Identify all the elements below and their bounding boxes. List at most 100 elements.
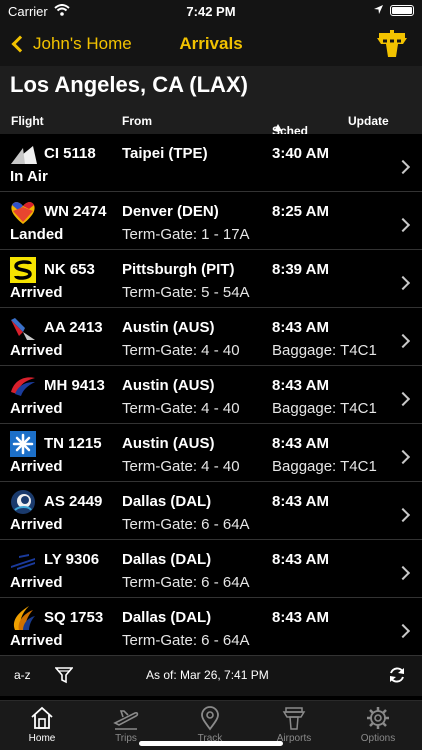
control-tower-icon[interactable] [376,30,408,58]
last-updated-label: As of: Mar 26, 7:41 PM [146,668,269,682]
flight-update: Baggage: T4C1 [272,342,377,359]
flight-origin: Taipei (TPE) [122,145,208,162]
flight-row[interactable]: MH 9413 Arrived Austin (AUS) Term-Gate: … [0,366,422,424]
chevron-right-icon [395,391,411,407]
american-logo [11,318,35,340]
flight-row[interactable]: LY 9306 Arrived Dallas (DAL) Term-Gate: … [0,540,422,598]
flight-status: Arrived [10,516,63,533]
flight-number: NK 653 [44,261,95,278]
flight-origin: Austin (AUS) [122,377,215,394]
flight-gate: Term-Gate: 6 - 64A [122,632,250,649]
flight-status: Arrived [10,632,63,649]
flight-sched-time: 8:43 AM [272,377,329,394]
flight-list: CI 5118 In Air Taipei (TPE) 3:40 AM WN 2… [0,134,422,656]
flight-row[interactable]: AA 2413 Arrived Austin (AUS) Term-Gate: … [0,308,422,366]
filter-icon[interactable] [55,666,73,684]
tab-options-label: Options [360,733,396,744]
air-tahiti-logo [10,431,36,457]
flight-update: Baggage: T4C1 [272,458,377,475]
singapore-logo [13,606,35,630]
gear-icon [367,707,389,729]
flight-number: AA 2413 [44,319,103,336]
malaysia-logo [11,377,35,396]
flight-update: Baggage: T4C1 [272,400,377,417]
flight-gate: Term-Gate: 4 - 40 [122,342,240,359]
alaska-logo [11,490,35,514]
flight-status: Landed [10,226,64,243]
flight-sched-time: 8:25 AM [272,203,329,220]
flight-number: WN 2474 [44,203,107,220]
tab-home[interactable]: Home [0,705,84,744]
southwest-logo [11,202,35,224]
flight-sched-time: 8:43 AM [272,609,329,626]
chevron-right-icon [395,449,411,465]
tab-track[interactable]: Track [168,705,252,744]
tab-options[interactable]: Options [336,705,420,744]
chevron-right-icon [395,159,411,175]
flight-gate: Term-Gate: 6 - 64A [122,516,250,533]
column-header-from[interactable]: From [122,114,152,128]
tab-trips[interactable]: Trips [84,705,168,744]
sort-az-button[interactable]: a-z [14,668,31,682]
tab-bar: Home Trips Track Airports Options [0,700,422,750]
flight-gate: Term-Gate: 5 - 54A [122,284,250,301]
flight-number: SQ 1753 [44,609,104,626]
chevron-right-icon [395,333,411,349]
flight-sched-time: 8:43 AM [272,435,329,452]
flight-origin: Dallas (DAL) [122,493,212,510]
flight-status: Arrived [10,458,63,475]
tab-airports[interactable]: Airports [252,705,336,744]
flight-gate: Term-Gate: 1 - 17A [122,226,250,243]
column-header-update[interactable]: Update [348,114,389,128]
flight-number: LY 9306 [44,551,100,568]
flight-number: CI 5118 [44,145,96,162]
page-title: Arrivals [179,34,243,53]
spirit-logo [10,257,36,283]
flight-row[interactable]: TN 1215 Arrived Austin (AUS) Term-Gate: … [0,424,422,482]
flight-row[interactable]: AS 2449 Arrived Dallas (DAL) Term-Gate: … [0,482,422,540]
flight-row[interactable]: NK 653 Arrived Pittsburgh (PIT) Term-Gat… [0,250,422,308]
flight-row[interactable]: SQ 1753 Arrived Dallas (DAL) Term-Gate: … [0,598,422,656]
home-icon [31,706,53,729]
flight-sched-time: 8:43 AM [272,319,329,336]
flight-status: In Air [10,168,48,185]
battery-icon [390,5,414,16]
flight-origin: Denver (DEN) [122,203,219,220]
flight-row[interactable]: WN 2474 Landed Denver (DEN) Term-Gate: 1… [0,192,422,250]
flight-origin: Pittsburgh (PIT) [122,261,235,278]
flight-number: TN 1215 [44,435,102,452]
flight-gate: Term-Gate: 6 - 64A [122,574,250,591]
column-header-flight[interactable]: Flight [11,114,44,128]
chevron-right-icon [395,565,411,581]
status-time: 7:42 PM [186,4,236,19]
flight-status: Arrived [10,574,63,591]
column-headers: Flight From Sched Update [0,104,422,138]
location-arrow-icon [374,5,383,14]
airport-header: Los Angeles, CA (LAX) [0,66,422,104]
flight-sched-time: 8:43 AM [272,551,329,568]
plane-icon [113,710,139,730]
tab-trips-label: Trips [115,733,137,744]
nav-bar: John's Home Arrivals [0,22,422,66]
flight-number: AS 2449 [44,493,103,510]
location-pin-icon [201,706,219,731]
status-bar: Carrier 7:42 PM [0,0,422,22]
flight-status: Arrived [10,342,63,359]
flight-origin: Dallas (DAL) [122,551,212,568]
chevron-right-icon [395,507,411,523]
chevron-right-icon [395,275,411,291]
tab-home-label: Home [28,733,56,744]
info-bar: a-z As of: Mar 26, 7:41 PM [0,656,422,696]
flight-gate: Term-Gate: 4 - 40 [122,458,240,475]
flight-status: Arrived [10,400,63,417]
flight-origin: Austin (AUS) [122,319,215,336]
flight-row[interactable]: CI 5118 In Air Taipei (TPE) 3:40 AM [0,134,422,192]
flight-status: Arrived [10,284,63,301]
china-airlines-logo [11,146,37,164]
chevron-right-icon [395,217,411,233]
flight-gate: Term-Gate: 4 - 40 [122,400,240,417]
sort-ascending-icon [274,124,282,131]
flight-origin: Dallas (DAL) [122,609,212,626]
refresh-icon[interactable] [387,665,407,685]
el-al-logo [11,554,35,570]
